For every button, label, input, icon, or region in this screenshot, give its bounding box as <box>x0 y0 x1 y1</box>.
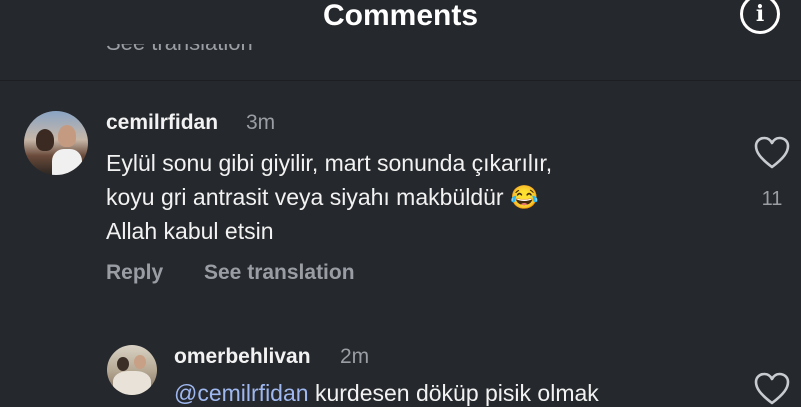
avatar[interactable] <box>24 111 88 175</box>
avatar-person <box>117 357 129 371</box>
comment-username[interactable]: cemilrfidan <box>106 111 218 135</box>
comment-line: Allah kabul etsin <box>106 218 274 244</box>
like-count[interactable]: 11 <box>758 188 786 211</box>
reply-button[interactable]: Reply <box>106 261 163 285</box>
comment-body: Eylül sonu gibi giyilir, mart sonunda çı… <box>106 146 706 248</box>
see-translation-button[interactable]: See translation <box>204 261 355 285</box>
avatar-body <box>113 371 151 395</box>
comment-line: Eylül sonu gibi giyilir, mart sonunda çı… <box>106 150 553 176</box>
avatar[interactable] <box>107 345 157 395</box>
avatar-person <box>58 125 76 147</box>
mention-link[interactable]: @cemilrfidan <box>174 380 309 406</box>
info-glyph: i <box>755 1 765 27</box>
heart-icon[interactable] <box>754 136 790 170</box>
previous-see-translation[interactable]: See translation <box>106 44 253 64</box>
heart-icon[interactable] <box>754 372 790 406</box>
divider <box>0 80 801 81</box>
comment-username[interactable]: omerbehlivan <box>174 345 311 369</box>
comment-text: kurdesen döküp pisik olmak <box>308 380 599 406</box>
comment-body: @cemilrfidan kurdesen döküp pisik olmak <box>174 380 599 407</box>
avatar-person <box>134 355 146 369</box>
previous-see-translation-label: See translation <box>106 44 253 55</box>
avatar-body <box>52 149 82 175</box>
page-title: Comments <box>322 0 479 32</box>
comment-time: 3m <box>246 111 276 134</box>
comment-time: 2m <box>340 345 370 368</box>
avatar-person <box>36 129 54 151</box>
comment-line: koyu gri antrasit veya siyahı makbüldür … <box>106 184 539 210</box>
header-bar: Comments i <box>0 0 801 46</box>
